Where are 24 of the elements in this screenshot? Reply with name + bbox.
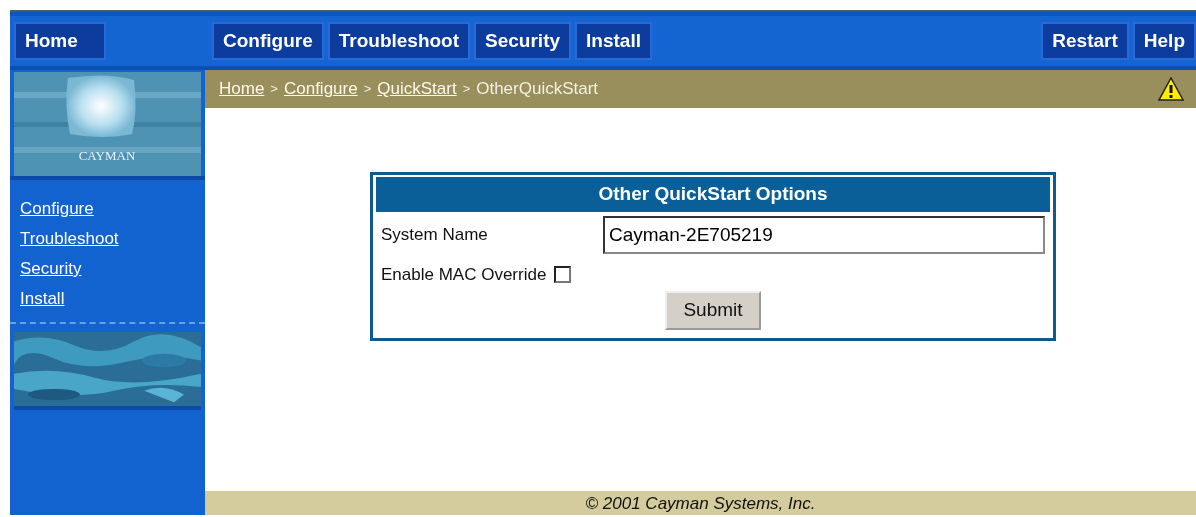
- copyright-footer: © 2001 Cayman Systems, Inc.: [205, 491, 1196, 515]
- breadcrumb-separator: >: [363, 80, 372, 99]
- nav-tab[interactable]: Security: [474, 22, 572, 60]
- breadcrumb-current: OtherQuickStart: [476, 78, 599, 101]
- nav-tab[interactable]: Help: [1132, 22, 1196, 60]
- sidebar-link[interactable]: Configure: [20, 194, 94, 224]
- nav-tab[interactable]: Install: [575, 22, 652, 60]
- nav-tab[interactable]: Configure: [212, 22, 324, 60]
- breadcrumb-separator: >: [270, 80, 278, 99]
- panel-title: Other QuickStart Options: [376, 177, 1050, 212]
- nav-tab[interactable]: Home: [14, 22, 106, 60]
- nav-tab[interactable]: Restart: [1041, 22, 1129, 60]
- submit-button[interactable]: Submit: [665, 291, 761, 330]
- logo: CAYMAN: [14, 72, 201, 176]
- sidebar-link[interactable]: Troubleshoot: [20, 224, 119, 254]
- nav-tab[interactable]: Troubleshoot: [327, 22, 471, 60]
- field-label: System Name: [381, 223, 489, 246]
- breadcrumb-separator: >: [462, 80, 471, 99]
- field-label: Enable MAC Override: [381, 263, 547, 286]
- sidebar-link[interactable]: Security: [20, 254, 82, 284]
- sidebar-link[interactable]: Install: [20, 284, 65, 314]
- checkbox[interactable]: [554, 265, 572, 283]
- warning-icon: [1158, 77, 1184, 101]
- system-name-field[interactable]: Cayman-2E705219: [603, 215, 1045, 254]
